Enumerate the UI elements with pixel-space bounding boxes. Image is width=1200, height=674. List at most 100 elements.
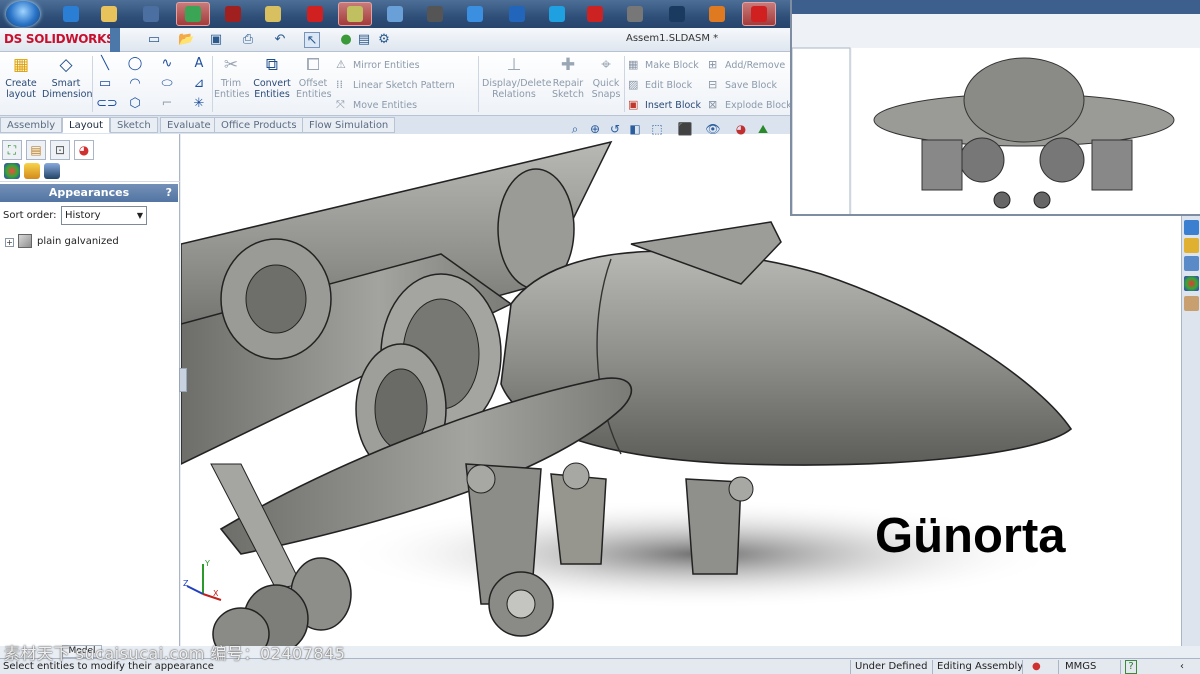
edit-appearance-icon[interactable]: ◕ — [733, 121, 749, 137]
decals-icon[interactable] — [24, 163, 40, 179]
repair-sketch-button[interactable]: ✚ Repair Sketch — [550, 54, 586, 100]
spline-icon[interactable]: ∿ — [158, 56, 176, 72]
feature-manager-tab-icon[interactable]: ⛶ — [2, 140, 22, 160]
taskbar-button-game[interactable] — [216, 2, 250, 26]
tab-assembly[interactable]: Assembly — [0, 117, 63, 133]
tab-flow-simulation[interactable]: Flow Simulation — [302, 117, 396, 133]
quick-snaps-button[interactable]: ⌖ Quick Snaps — [590, 54, 622, 100]
taskbar-button-globe[interactable] — [700, 2, 734, 26]
rebuild-icon[interactable]: ● — [338, 32, 354, 48]
circle-icon[interactable]: ◯ — [126, 56, 144, 72]
custom-properties-icon[interactable] — [1184, 296, 1199, 311]
taskbar-button-folder[interactable] — [92, 2, 126, 26]
make-block-button[interactable]: ▦ Make Block — [628, 58, 699, 71]
move-entities-button[interactable]: ⤧ Move Entities — [336, 98, 417, 112]
taskbar-button-network[interactable] — [134, 2, 168, 26]
view-orientation-icon[interactable]: ⬚ — [649, 121, 665, 137]
taskbar-button-tool[interactable] — [338, 2, 372, 26]
hide-show-items-icon[interactable]: 👁 — [705, 121, 721, 137]
polygon-icon[interactable]: ⬡ — [126, 96, 144, 112]
rebuild-status-icon[interactable]: ● — [1032, 660, 1041, 674]
panel-collapse-handle[interactable] — [179, 368, 187, 392]
taskbar-button-pen[interactable] — [418, 2, 452, 26]
design-library-icon[interactable] — [1184, 238, 1199, 253]
taskbar-button-browser[interactable] — [500, 2, 534, 26]
apply-scene-icon[interactable]: ⛰ — [755, 121, 771, 137]
file-properties-icon[interactable]: ▤ — [356, 32, 372, 48]
display-style-icon[interactable]: ⬛ — [677, 121, 693, 137]
tab-office-products[interactable]: Office Products — [214, 117, 304, 133]
plane-icon[interactable]: ⊿ — [190, 76, 208, 92]
taskbar-button-internet-explorer[interactable] — [54, 2, 88, 26]
smart-dimension-button[interactable]: ◇ Smart Dimension — [42, 54, 93, 100]
undo-icon[interactable]: ↶ — [272, 32, 288, 48]
explode-block-icon: ⊠ — [708, 98, 718, 111]
sort-order-select[interactable]: History ▼ — [61, 206, 147, 225]
fillet-icon[interactable]: ⌐ — [158, 96, 176, 112]
taskbar-button-solidworks[interactable] — [742, 2, 776, 26]
appearances-icon[interactable] — [4, 163, 20, 179]
tool-icon — [347, 6, 363, 22]
panel-title: Appearances ? — [0, 184, 178, 202]
file-explorer-icon[interactable] — [1184, 256, 1199, 271]
explode-block-button[interactable]: ⊠ Explode Block — [708, 98, 792, 111]
taskbar-button-skype[interactable] — [540, 2, 574, 26]
previous-view-icon[interactable]: ↺ — [607, 121, 623, 137]
new-document-icon[interactable]: ▭ — [146, 32, 162, 48]
tree-item-plain-galvanized[interactable]: plain galvanized — [37, 236, 119, 247]
start-button[interactable] — [6, 1, 40, 27]
tab-evaluate[interactable]: Evaluate — [160, 117, 218, 133]
line-icon[interactable]: ╲ — [96, 56, 114, 72]
offset-entities-button[interactable]: ⧠ Offset Entities — [296, 54, 332, 100]
taskbar-button-solidworks[interactable] — [298, 2, 332, 26]
linear-sketch-pattern-button[interactable]: ⁞⁞ Linear Sketch Pattern — [336, 78, 455, 91]
taskbar-button-image[interactable] — [618, 2, 652, 26]
display-manager-tab-icon[interactable]: ◕ — [74, 140, 94, 160]
ellipse-icon[interactable]: ⬭ — [158, 76, 176, 92]
help-icon[interactable]: ? — [1125, 660, 1137, 674]
rectangle-icon[interactable]: ▭ — [96, 76, 114, 92]
save-block-button[interactable]: ⊟ Save Block — [708, 78, 777, 91]
offset-entities-label: Offset Entities — [296, 78, 332, 100]
insert-block-icon: ▣ — [628, 98, 639, 111]
trim-entities-button[interactable]: ✂ Trim Entities — [214, 54, 250, 100]
appearances-scenes-icon[interactable] — [1184, 276, 1199, 291]
create-layout-button[interactable]: ▦ Create layout — [4, 54, 38, 100]
help-icon[interactable]: ? — [166, 184, 172, 202]
tab-layout[interactable]: Layout — [62, 117, 110, 133]
unit-system[interactable]: MMGS — [1065, 660, 1096, 674]
zoom-to-fit-icon[interactable]: ⌕ — [567, 121, 583, 137]
options-icon[interactable]: ⚙ — [376, 32, 392, 48]
add-remove-button[interactable]: ⊞ Add/Remove — [708, 58, 785, 71]
configuration-manager-tab-icon[interactable]: ⊡ — [50, 140, 70, 160]
taskbar-button-chrome[interactable] — [176, 2, 210, 26]
scene-lights-icon[interactable] — [44, 163, 60, 179]
taskbar-button-photo[interactable] — [660, 2, 694, 26]
solidworks-logo[interactable]: DS SOLIDWORKS — [4, 32, 115, 46]
taskbar-button-media[interactable] — [256, 2, 290, 26]
convert-entities-button[interactable]: ⧉ Convert Entities — [252, 54, 292, 100]
slot-icon[interactable]: ⊂⊃ — [96, 96, 118, 112]
tab-sketch[interactable]: Sketch — [110, 117, 158, 133]
display-delete-relations-button[interactable]: ⊥ Display/Delete Relations — [482, 54, 551, 100]
section-view-icon[interactable]: ◧ — [627, 121, 643, 137]
save-icon[interactable]: ▣ — [208, 32, 224, 48]
insert-block-button[interactable]: ▣ Insert Block — [628, 98, 701, 111]
property-manager-tab-icon[interactable]: ▤ — [26, 140, 46, 160]
print-icon[interactable]: ⎙ — [240, 32, 256, 48]
taskbar-button-notepad[interactable] — [378, 2, 412, 26]
edit-block-button[interactable]: ▨ Edit Block — [628, 78, 692, 91]
menu-expand-arrow[interactable] — [110, 28, 120, 52]
taskbar-button-pdf[interactable] — [578, 2, 612, 26]
open-folder-icon[interactable]: 📂 — [178, 32, 194, 48]
point-icon[interactable]: ✳ — [190, 96, 208, 112]
select-pointer-icon[interactable]: ↖ — [304, 32, 320, 48]
arc-icon[interactable]: ◠ — [126, 76, 144, 92]
taskbar-button-itunes[interactable] — [458, 2, 492, 26]
chevron-left-icon[interactable]: ‹ — [1180, 660, 1184, 674]
resources-icon[interactable] — [1184, 220, 1199, 235]
text-icon[interactable]: A — [190, 56, 208, 72]
tree-expand-icon[interactable]: + — [5, 238, 14, 247]
zoom-to-area-icon[interactable]: ⊕ — [587, 121, 603, 137]
mirror-entities-button[interactable]: ⚠ Mirror Entities — [336, 58, 420, 71]
